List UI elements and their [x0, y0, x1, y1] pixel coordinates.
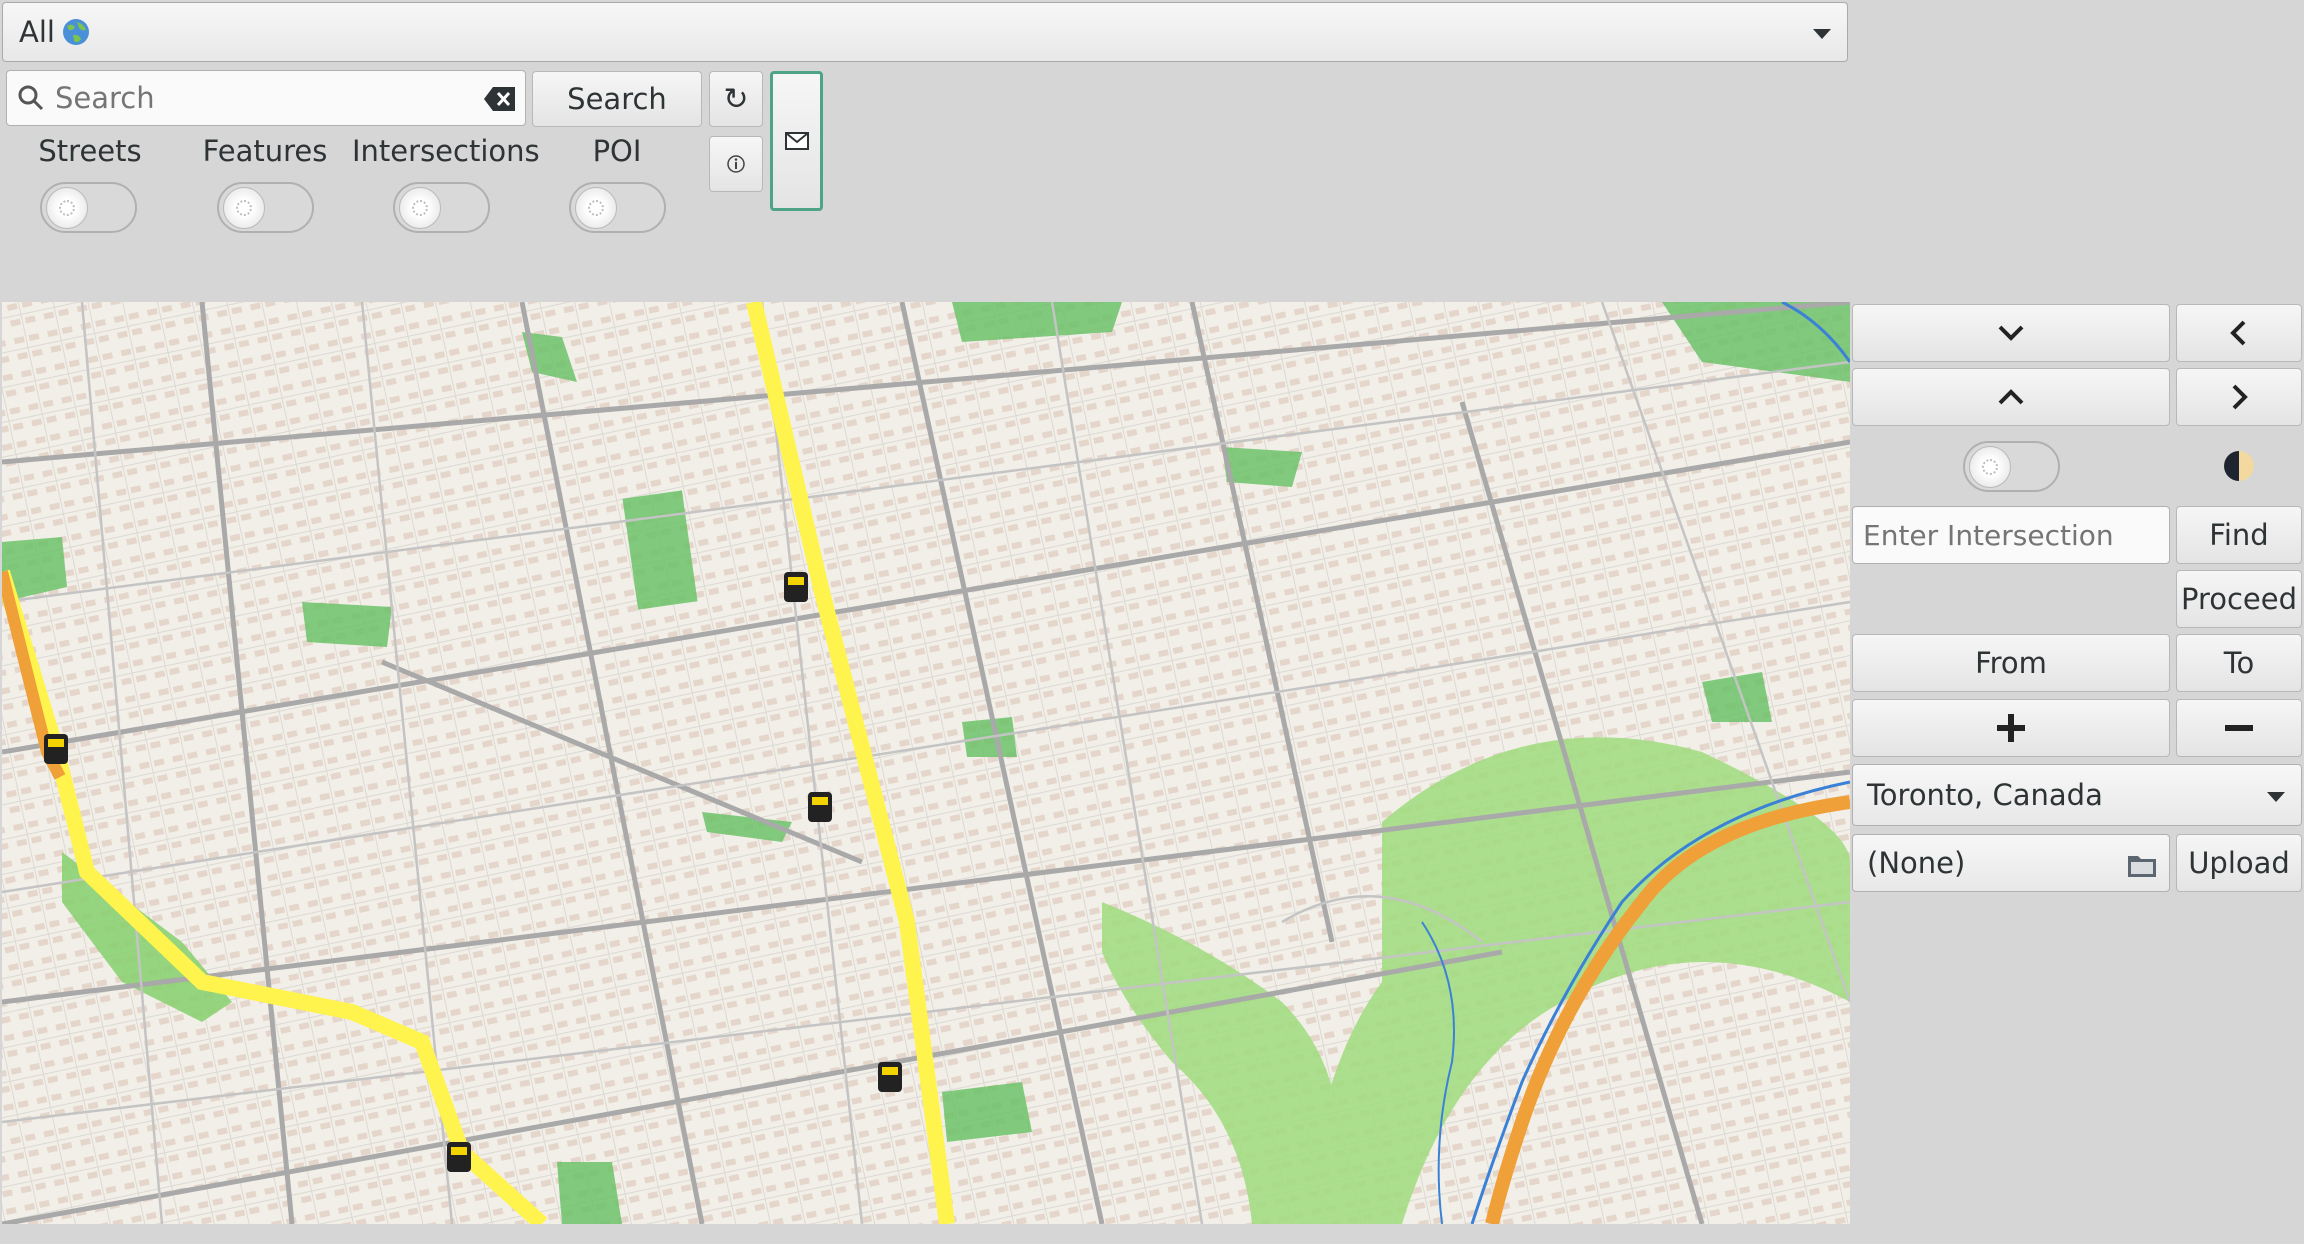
poi-toggle[interactable]: [569, 182, 666, 233]
street-map[interactable]: [2, 302, 1850, 1224]
theme-toggle[interactable]: [1963, 441, 2060, 492]
chevron-down-icon: [1813, 29, 1831, 39]
pan-up-button[interactable]: [1852, 368, 2170, 426]
map-canvas[interactable]: [2, 302, 1850, 1224]
proceed-button[interactable]: Proceed: [2176, 570, 2302, 628]
chevron-down-icon: [2267, 792, 2285, 802]
find-button[interactable]: Find: [2176, 506, 2302, 564]
intersection-input[interactable]: [1852, 506, 2170, 564]
envelope-icon[interactable]: [770, 71, 823, 211]
streets-toggle[interactable]: [40, 182, 137, 233]
upload-button[interactable]: Upload: [2176, 834, 2302, 892]
intersections-toggle-label: Intersections: [352, 134, 540, 168]
search-button[interactable]: Search: [532, 71, 702, 127]
globe-icon: [61, 17, 91, 47]
map-layer-value: All: [19, 15, 55, 49]
pan-left-button[interactable]: [2176, 304, 2302, 362]
file-value: (None): [1867, 846, 1966, 880]
poi-toggle-label: POI: [592, 134, 642, 168]
features-toggle[interactable]: [217, 182, 314, 233]
half-moon-icon: [2222, 449, 2256, 483]
chevron-up-icon: [1998, 389, 2024, 405]
chevron-down-icon: [1998, 325, 2024, 341]
chevron-right-icon: [2232, 384, 2248, 410]
search-input[interactable]: [6, 70, 526, 126]
features-toggle-label: Features: [202, 134, 328, 168]
minus-icon: [2225, 725, 2253, 731]
pan-down-button[interactable]: [1852, 304, 2170, 362]
pan-right-button[interactable]: [2176, 368, 2302, 426]
city-dropdown[interactable]: Toronto, Canada: [1852, 764, 2302, 826]
city-value: Toronto, Canada: [1867, 778, 2103, 812]
intersections-toggle[interactable]: [393, 182, 490, 233]
folder-icon: [2127, 851, 2157, 877]
info-icon[interactable]: [709, 136, 763, 192]
map-layer-dropdown[interactable]: All: [2, 2, 1848, 62]
backspace-clear-icon[interactable]: [483, 85, 517, 113]
search-icon: [17, 84, 45, 112]
zoom-in-button[interactable]: [1852, 699, 2170, 757]
file-chooser[interactable]: (None): [1852, 834, 2170, 892]
chevron-left-icon: [2230, 320, 2246, 346]
streets-toggle-label: Streets: [38, 134, 142, 168]
refresh-icon[interactable]: ↻: [709, 71, 763, 127]
plus-icon: [1997, 714, 2025, 742]
to-button[interactable]: To: [2176, 634, 2302, 692]
zoom-out-button[interactable]: [2176, 699, 2302, 757]
from-button[interactable]: From: [1852, 634, 2170, 692]
intersection-field[interactable]: [1861, 517, 2165, 553]
search-field[interactable]: [53, 80, 477, 116]
